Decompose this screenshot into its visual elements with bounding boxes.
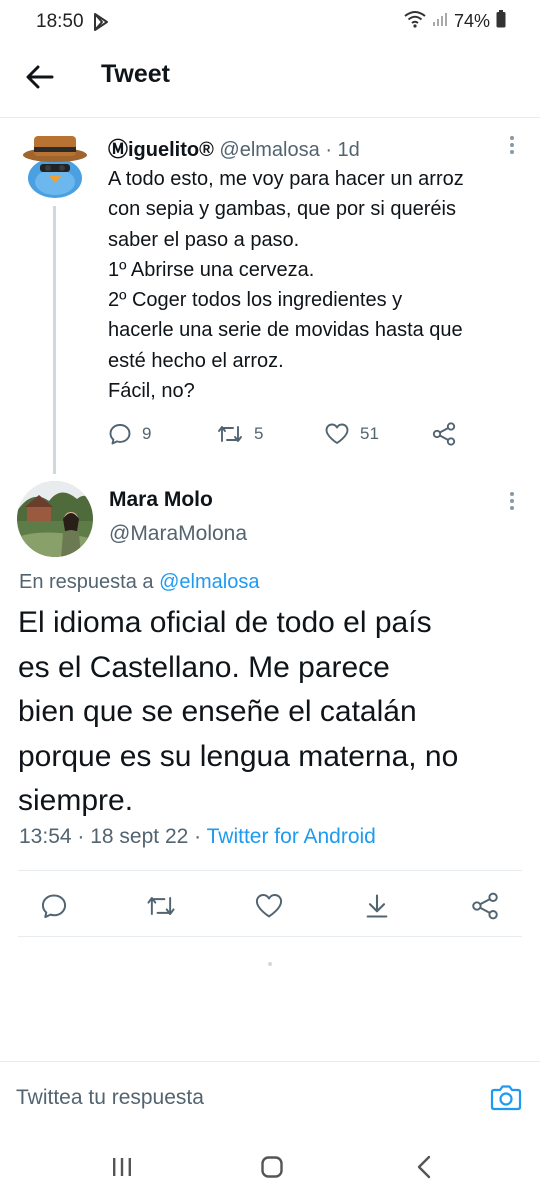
tweet-line: porque es su lengua materna, no bbox=[18, 739, 459, 773]
reply-icon bbox=[109, 424, 131, 445]
reply-icon bbox=[41, 894, 67, 919]
like-icon bbox=[255, 894, 283, 918]
back-icon bbox=[417, 1155, 431, 1179]
wifi-icon bbox=[404, 10, 426, 33]
share-button[interactable] bbox=[468, 889, 502, 923]
compose-divider bbox=[0, 1061, 540, 1062]
reply-context: En respuesta a @elmalosa bbox=[19, 571, 259, 594]
retweet-count: 5 bbox=[254, 424, 264, 443]
bookmark-download-button[interactable] bbox=[360, 889, 394, 923]
recents-icon bbox=[113, 1158, 131, 1176]
tweet-line: El idioma oficial de todo el país bbox=[18, 606, 432, 639]
parent-more-button[interactable] bbox=[502, 134, 522, 156]
meta-separator: · bbox=[194, 825, 207, 848]
bookmark-download-icon bbox=[366, 894, 388, 918]
recents-button[interactable] bbox=[102, 1150, 142, 1184]
back-button[interactable] bbox=[22, 60, 58, 94]
system-nav-bar bbox=[0, 1130, 540, 1200]
app-header: Tweet bbox=[0, 44, 540, 110]
meta-divider bbox=[18, 870, 522, 871]
reply-more-button[interactable] bbox=[502, 490, 522, 512]
battery-percent: 74% bbox=[453, 11, 490, 31]
camera-button[interactable] bbox=[490, 1082, 522, 1112]
status-bar: 18:50 74% bbox=[0, 0, 540, 44]
tweet-line: es el Castellano. Me parece bbox=[18, 650, 390, 684]
actions-divider bbox=[18, 936, 522, 937]
home-icon bbox=[261, 1156, 283, 1178]
reply-button[interactable] bbox=[37, 889, 71, 923]
parent-handle[interactable]: @elmalosa bbox=[219, 139, 319, 161]
reply-timestamp-row: 13:54 · 18 sept 22 · Twitter for Android bbox=[19, 825, 376, 849]
avatar-miguelito[interactable] bbox=[20, 130, 90, 200]
back-arrow-icon bbox=[26, 65, 54, 89]
tweet-line: Fácil, no? bbox=[108, 380, 195, 403]
tweet-line: A todo esto, me voy para hacer un arroz bbox=[108, 168, 464, 190]
tweet-line: 2º Coger todos los ingredientes y bbox=[108, 289, 403, 312]
like-count: 51 bbox=[360, 424, 379, 443]
reply-prefix: En respuesta a bbox=[19, 571, 160, 593]
reply-time: 13:54 bbox=[19, 825, 72, 848]
tweet-line: con sepia y gambas, que por si queréis bbox=[108, 198, 456, 221]
parent-action-bar: 9 5 51 bbox=[108, 420, 488, 450]
status-indicators: 74% bbox=[404, 10, 506, 33]
share-icon bbox=[472, 892, 498, 920]
system-back-button[interactable] bbox=[404, 1150, 444, 1184]
like-icon bbox=[325, 423, 349, 444]
camera-icon bbox=[490, 1085, 522, 1111]
parent-tweet-text[interactable]: A todo esto, me voy para hacer un arroz … bbox=[108, 164, 523, 406]
tweet-line: esté hecho el arroz. bbox=[108, 349, 284, 372]
retweet-icon bbox=[147, 897, 175, 915]
reply-compose-input[interactable] bbox=[16, 1076, 476, 1120]
tweet-line: 1º Abrirse una cerveza. bbox=[108, 258, 315, 281]
reply-source-link[interactable]: Twitter for Android bbox=[207, 825, 376, 848]
reply-display-name[interactable]: Mara Molo bbox=[109, 488, 213, 512]
page-title: Tweet bbox=[101, 60, 170, 88]
signal-icon bbox=[432, 11, 448, 32]
status-time: 18:50 bbox=[36, 11, 84, 32]
reply-mention-link[interactable]: @elmalosa bbox=[159, 571, 259, 593]
parent-like-button[interactable]: 51 bbox=[324, 420, 379, 448]
reply-handle[interactable]: @MaraMolona bbox=[109, 522, 247, 546]
parent-display-name[interactable]: Ⓜiguelito® bbox=[108, 139, 214, 161]
like-button[interactable] bbox=[252, 889, 286, 923]
retweet-icon bbox=[218, 426, 242, 442]
reply-tweet-text: El idioma oficial de todo el país es el … bbox=[18, 601, 523, 824]
loading-dot bbox=[268, 962, 272, 966]
parent-tweet-header: Ⓜiguelito® @elmalosa · 1d bbox=[108, 133, 360, 162]
meta-separator: · bbox=[325, 139, 338, 161]
tweet-line: hacerle una serie de movidas hasta que bbox=[108, 319, 463, 342]
play-store-icon bbox=[92, 12, 110, 37]
retweet-button[interactable] bbox=[144, 889, 178, 923]
avatar-mara-molo[interactable] bbox=[17, 481, 93, 557]
more-vertical-icon bbox=[510, 492, 514, 510]
thread-line bbox=[53, 206, 56, 474]
reply-date: 18 sept 22 bbox=[90, 825, 189, 848]
header-divider bbox=[0, 117, 540, 118]
meta-separator: · bbox=[77, 825, 91, 848]
tweet-line: saber el paso a paso. bbox=[108, 228, 300, 251]
home-button[interactable] bbox=[252, 1150, 292, 1184]
battery-icon bbox=[496, 10, 506, 33]
parent-reply-button[interactable]: 9 bbox=[108, 420, 151, 448]
parent-retweet-button[interactable]: 5 bbox=[216, 420, 263, 448]
tweet-line: bien que se enseñe el catalán bbox=[18, 695, 417, 729]
parent-share-button[interactable] bbox=[431, 420, 457, 448]
share-icon bbox=[432, 422, 456, 446]
tweet-line: siempre. bbox=[18, 784, 134, 818]
more-vertical-icon bbox=[510, 136, 514, 154]
reply-action-bar bbox=[0, 880, 540, 930]
parent-age: 1d bbox=[337, 139, 360, 161]
reply-count: 9 bbox=[142, 424, 152, 443]
